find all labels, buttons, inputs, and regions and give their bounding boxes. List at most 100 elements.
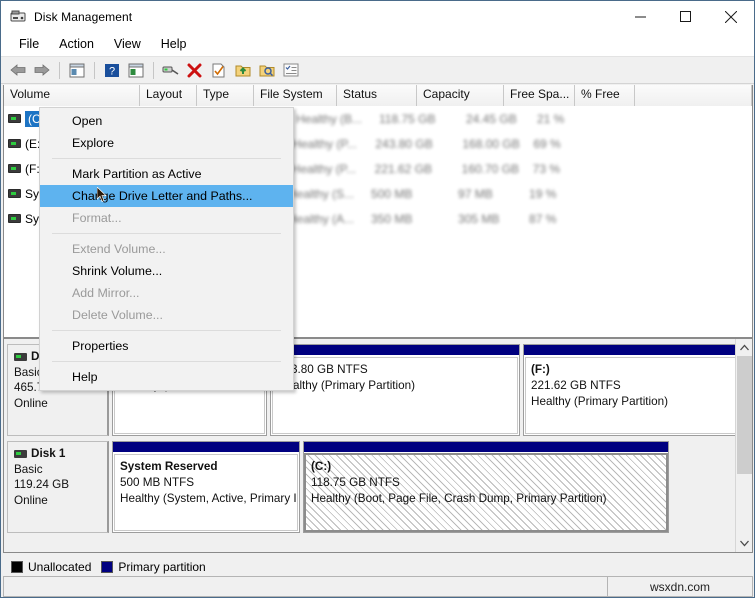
context-menu-item-properties[interactable]: Properties	[40, 335, 293, 357]
disk-size-1: 119.24 GB	[14, 477, 107, 493]
context-menu-item-explore[interactable]: Explore	[40, 132, 293, 154]
vertical-scrollbar[interactable]	[735, 339, 752, 552]
partition-bar	[524, 345, 753, 356]
column-header-volume[interactable]: Volume	[4, 85, 140, 106]
scrollbar-thumb[interactable]	[737, 356, 752, 474]
minimize-button[interactable]	[618, 1, 663, 32]
context-menu-item-mark-partition-as-active[interactable]: Mark Partition as Active	[40, 163, 293, 185]
partition-size: 118.75 GB NTFS	[311, 475, 666, 491]
menu-help[interactable]: Help	[151, 34, 197, 54]
menu-file[interactable]: File	[9, 34, 49, 54]
disk-icon	[14, 353, 27, 361]
volume-icon	[8, 114, 21, 123]
cell-status: Healthy (P...	[286, 137, 369, 151]
partition-title: (C:)	[311, 460, 331, 473]
cell-status: Healthy (A...	[282, 212, 365, 226]
partition-status: Healthy (Primary Partition)	[531, 394, 753, 410]
cell-free-space: 24.45 GB	[460, 112, 531, 126]
partition-body: (C:) 118.75 GB NTFS Healthy (Boot, Page …	[304, 453, 668, 532]
context-menu-item-help[interactable]: Help	[40, 366, 293, 388]
volume-icon	[8, 214, 21, 223]
scroll-up-icon[interactable]	[736, 339, 753, 356]
volume-icon	[8, 139, 21, 148]
context-menu-item-shrink-volume[interactable]: Shrink Volume...	[40, 260, 293, 282]
disk-type-1: Basic	[14, 462, 107, 478]
cell-capacity: 118.75 GB	[373, 112, 460, 126]
partition-1-0[interactable]: System Reserved 500 MB NTFS Healthy (Sys…	[112, 441, 300, 533]
help-icon[interactable]: ?	[100, 59, 123, 81]
legend-label-primary-partition: Primary partition	[118, 560, 205, 574]
column-header-status[interactable]: Status	[337, 85, 417, 106]
create-partition-icon[interactable]	[231, 59, 254, 81]
partition-status: Healthy (Primary Partition)	[278, 378, 517, 394]
toolbar: ?	[1, 57, 754, 84]
disk-management-icon	[10, 9, 26, 25]
cell-percent-free: 73 %	[527, 162, 587, 176]
partition-status: Healthy (Boot, Page File, Crash Dump, Pr…	[311, 491, 666, 507]
column-header-file-system[interactable]: File System	[254, 85, 337, 106]
context-menu-item-add-mirror: Add Mirror...	[40, 282, 293, 304]
toolbar-separator	[59, 62, 60, 79]
context-menu-separator	[52, 233, 281, 234]
cell-percent-free: 19 %	[523, 187, 583, 201]
forward-icon[interactable]	[30, 59, 53, 81]
partition-body: 243.80 GB NTFS Healthy (Primary Partitio…	[272, 357, 518, 434]
column-header-layout[interactable]: Layout	[140, 85, 197, 106]
volume-name[interactable]: Sy	[25, 212, 39, 226]
back-icon[interactable]	[6, 59, 29, 81]
legend-swatch-unallocated	[11, 561, 23, 573]
menu-view[interactable]: View	[104, 34, 151, 54]
partition-1-1[interactable]: (C:) 118.75 GB NTFS Healthy (Boot, Page …	[303, 441, 669, 533]
disk-name-1: Disk 1	[14, 446, 107, 462]
disk-info-1[interactable]: Disk 1 Basic 119.24 GB Online	[7, 441, 109, 533]
cell-free-space: 160.70 GB	[456, 162, 527, 176]
legend-item-unallocated: Unallocated	[11, 560, 91, 574]
menu-action[interactable]: Action	[49, 34, 104, 54]
up-one-level-icon[interactable]	[65, 59, 88, 81]
cell-free-space: 97 MB	[452, 187, 523, 201]
context-menu-item-change-drive-letter-and-paths[interactable]: Change Drive Letter and Paths...	[40, 185, 293, 207]
cell-percent-free: 69 %	[527, 137, 587, 151]
cell-free-space: 305 MB	[452, 212, 523, 226]
column-header-type[interactable]: Type	[197, 85, 254, 106]
partition-status: Healthy (System, Active, Primary I	[120, 491, 297, 507]
volume-name[interactable]: Sy	[25, 187, 39, 201]
partition-0-1[interactable]: 243.80 GB NTFS Healthy (Primary Partitio…	[270, 344, 520, 436]
partition-bar	[304, 442, 668, 453]
column-header-free-space[interactable]: Free Spa...	[504, 85, 575, 106]
disk-management-window: Disk Management File Action View Help	[0, 0, 755, 598]
legend-swatch-primary-partition	[101, 561, 113, 573]
cell-capacity: 350 MB	[365, 212, 452, 226]
column-header-percent-free[interactable]: % Free	[575, 85, 635, 106]
context-menu-item-format: Format...	[40, 207, 293, 229]
menu-bar: File Action View Help	[1, 32, 754, 57]
volume-list-header: Volume Layout Type File System Status Ca…	[4, 85, 752, 106]
partition-0-2[interactable]: (F:) 221.62 GB NTFS Healthy (Primary Par…	[523, 344, 753, 436]
maximize-button[interactable]	[663, 1, 708, 32]
cell-status: Healthy (B...	[290, 112, 373, 126]
properties-icon[interactable]	[159, 59, 182, 81]
window-title: Disk Management	[34, 10, 132, 24]
context-menu-item-open[interactable]: Open	[40, 110, 293, 132]
scroll-down-icon[interactable]	[736, 535, 753, 552]
partition-size: 243.80 GB NTFS	[278, 362, 517, 378]
partition-bar	[271, 345, 519, 356]
delete-icon[interactable]	[183, 59, 206, 81]
cell-status: Healthy (P...	[286, 162, 369, 176]
column-header-capacity[interactable]: Capacity	[417, 85, 504, 106]
legend-label-unallocated: Unallocated	[28, 560, 91, 574]
action-list-icon[interactable]	[279, 59, 302, 81]
context-menu-separator	[52, 330, 281, 331]
explore-icon[interactable]	[255, 59, 278, 81]
disk-1-partitions: System Reserved 500 MB NTFS Healthy (Sys…	[109, 441, 732, 533]
disk-row-1: Disk 1 Basic 119.24 GB Online System Res…	[7, 441, 732, 533]
partition-body: (F:) 221.62 GB NTFS Healthy (Primary Par…	[525, 357, 753, 434]
rescan-disks-icon[interactable]	[207, 59, 230, 81]
partition-title: System Reserved	[120, 460, 217, 473]
show-hide-console-tree-icon[interactable]	[124, 59, 147, 81]
context-menu-separator	[52, 158, 281, 159]
close-button[interactable]	[708, 1, 754, 32]
disk-state-1: Online	[14, 493, 107, 509]
svg-text:?: ?	[108, 65, 114, 77]
column-header-spacer	[635, 85, 752, 106]
